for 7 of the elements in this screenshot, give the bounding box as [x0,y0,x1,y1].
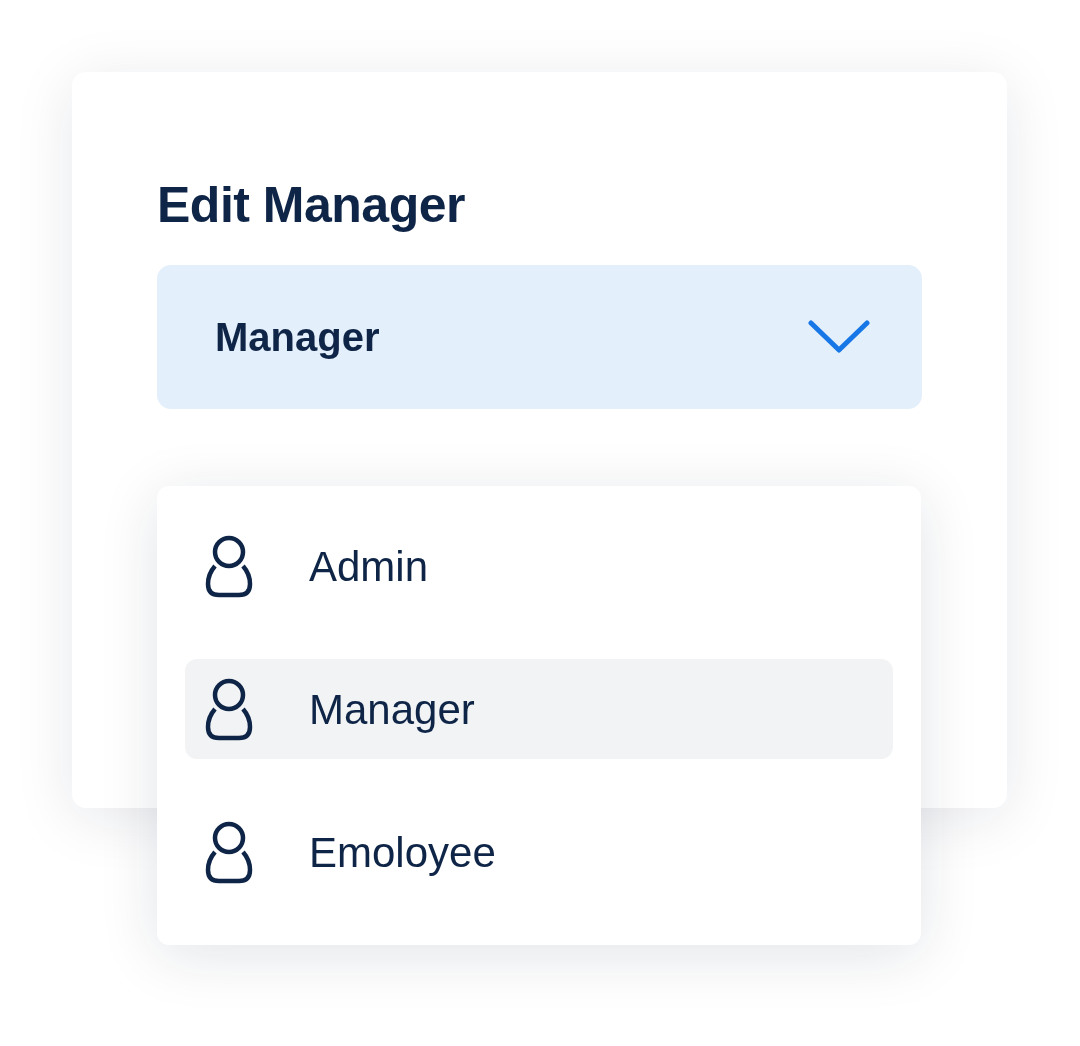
person-icon [205,820,253,884]
chevron-down-icon [808,320,870,354]
person-icon [205,534,253,598]
dialog-title: Edit Manager [157,176,466,235]
person-icon [205,677,253,741]
menu-option[interactable]: Manager [185,659,893,759]
role-select[interactable]: Manager [157,265,922,409]
